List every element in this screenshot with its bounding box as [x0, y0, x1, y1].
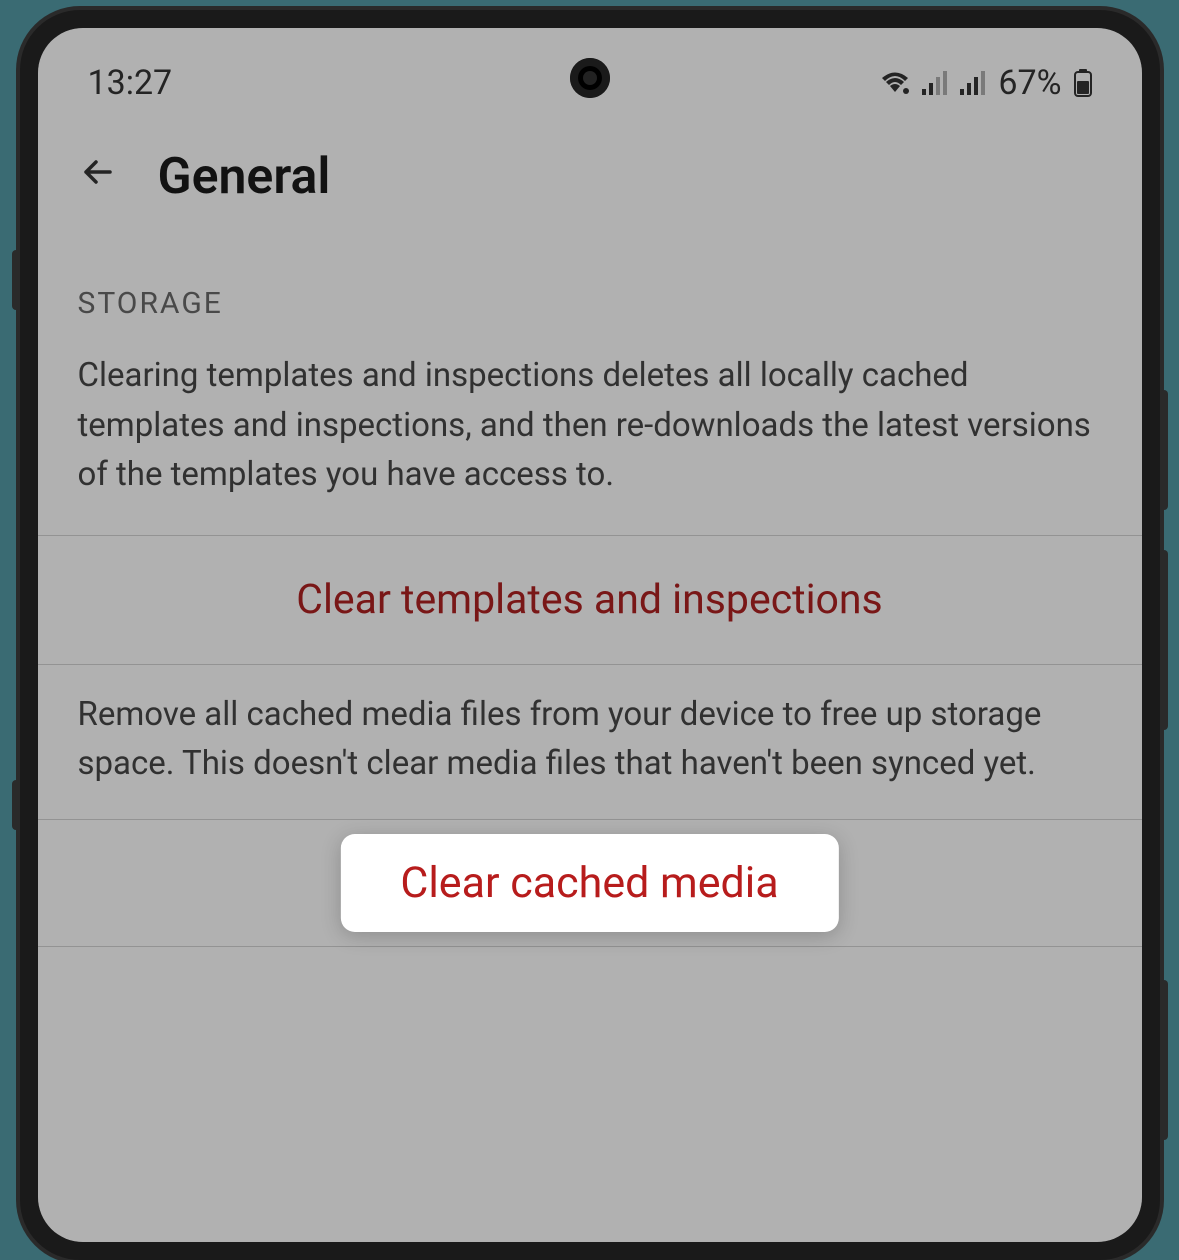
phone-side-button — [12, 250, 20, 310]
wifi-icon — [880, 71, 910, 95]
clear-media-row: Clear cached media placeholder — [38, 820, 1142, 947]
signal-icon-2 — [960, 71, 986, 95]
status-time: 13:27 — [88, 63, 173, 103]
clear-media-description: Remove all cached media files from your … — [38, 665, 1142, 820]
clear-templates-button[interactable]: Clear templates and inspections — [38, 535, 1142, 665]
phone-side-button — [1160, 390, 1168, 510]
app-header: General — [38, 118, 1142, 256]
phone-side-button — [12, 780, 20, 830]
status-indicators: 67% — [880, 63, 1091, 103]
camera-notch — [570, 58, 610, 98]
clear-templates-label: Clear templates and inspections — [296, 576, 882, 624]
clear-media-label: Clear cached media — [400, 858, 778, 908]
section-header-storage: STORAGE — [38, 256, 1142, 336]
phone-screen: 13:27 67% General — [38, 28, 1142, 1242]
back-arrow-icon[interactable] — [78, 151, 118, 203]
phone-frame: 13:27 67% General — [20, 10, 1160, 1260]
battery-percent: 67% — [998, 63, 1061, 103]
clear-templates-description: Clearing templates and inspections delet… — [38, 336, 1142, 535]
signal-icon-1 — [922, 71, 948, 95]
clear-cached-media-button[interactable]: Clear cached media — [340, 834, 838, 932]
page-title: General — [158, 148, 331, 206]
phone-side-button — [1160, 550, 1168, 730]
phone-side-button — [1160, 980, 1168, 1140]
battery-icon — [1074, 69, 1092, 97]
